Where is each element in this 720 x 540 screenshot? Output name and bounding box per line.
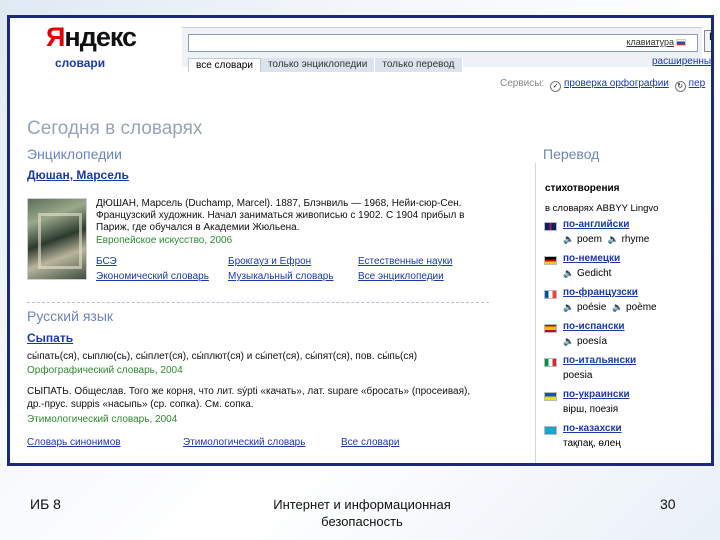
scope-all[interactable]: все словари xyxy=(188,58,261,72)
page-number: 30 xyxy=(660,496,676,512)
speaker-icon[interactable]: 🔈 xyxy=(608,234,619,244)
footer-topic-line1: Интернет и информационная xyxy=(273,497,451,512)
link-synonyms[interactable]: Словарь синонимов xyxy=(27,437,121,448)
link-all-dictionaries[interactable]: Все словари xyxy=(341,437,399,448)
keyboard-link[interactable]: клавиатура xyxy=(626,37,674,47)
de-flag-icon xyxy=(544,256,557,265)
logo-subtitle[interactable]: словари xyxy=(55,56,105,70)
logo-first-letter: Я xyxy=(46,22,65,52)
uk-flag-icon xyxy=(544,222,557,231)
etymology-line: СЫПАТЬ. Общеслав. Того же корня, что лит… xyxy=(27,386,471,397)
encyclopedia-line: ДЮШАН, Марсель (Duchamp, Marcel). 1887, … xyxy=(96,198,462,209)
lang-german: по-немецки 🔈 Gedicht xyxy=(544,253,709,285)
lang-name[interactable]: по-немецки xyxy=(563,253,620,264)
lang-translations: poesia xyxy=(563,370,593,381)
footer-topic: Интернет и информационная безопасность xyxy=(262,496,462,530)
translation-word: стихотворения xyxy=(545,183,620,194)
it-flag-icon xyxy=(544,358,557,367)
speaker-icon[interactable]: 🔈 xyxy=(612,302,623,312)
scope-translation[interactable]: только перевод xyxy=(375,58,463,72)
lang-italian: по-итальянски poesia xyxy=(544,355,709,387)
kz-flag-icon xyxy=(544,426,557,435)
spellcheck-icon: ✓ xyxy=(550,81,561,92)
search-bar: клавиатура все словари только энциклопед… xyxy=(182,27,702,72)
lang-translations: 🔈 poésie 🔈 poème xyxy=(563,302,657,313)
link-brockhaus[interactable]: Брокгауз и Ефрон xyxy=(228,256,311,267)
etymology-line: др.-прус. suppis «насыпь» (ср. сопка). С… xyxy=(27,399,254,410)
lang-name[interactable]: по-казахски xyxy=(563,423,622,434)
lang-name[interactable]: по-испански xyxy=(563,321,625,332)
lang-ukrainian: по-украински вірш, поезія xyxy=(544,389,709,421)
russian-entry-title[interactable]: Сыпать xyxy=(27,331,73,345)
russian-links: Словарь синонимов Этимологический словар… xyxy=(27,437,497,451)
lang-translations: тақпақ, өлең xyxy=(563,438,621,449)
translate-icon: ↻ xyxy=(674,81,686,92)
lang-name[interactable]: по-английски xyxy=(563,219,629,230)
lang-kazakh: по-казахски тақпақ, өлең xyxy=(544,423,709,455)
translation-source: в словарях ABBYY Lingvo xyxy=(545,203,659,214)
etymology-source: Этимологический словарь, 2004 xyxy=(27,414,178,425)
duchamp-thumbnail[interactable] xyxy=(27,198,87,280)
ru-flag-icon xyxy=(676,39,686,46)
find-button[interactable]: Н xyxy=(704,30,711,52)
link-music-dictionary[interactable]: Музыкальный словарь xyxy=(228,271,334,282)
speaker-icon[interactable]: 🔈 xyxy=(563,336,574,346)
advanced-search-link[interactable]: расширенный xyxy=(652,56,711,67)
word-forms: сы́пать(ся), сыплю(сь), сы́плет(ся), сы́… xyxy=(27,351,418,362)
encyclopedia-links-row1: БСЭ Брокгауз и Ефрон Естественные науки xyxy=(96,256,496,270)
lang-french: по-французски 🔈 poésie 🔈 poème xyxy=(544,287,709,319)
link-bse[interactable]: БСЭ xyxy=(96,256,117,267)
lang-translations: вірш, поезія xyxy=(563,404,619,415)
lang-english: по-английски 🔈 poem 🔈 rhyme xyxy=(544,219,709,251)
page-title: Сегодня в словарях xyxy=(27,118,203,139)
link-all-encyclopedias[interactable]: Все энциклопедии xyxy=(358,271,444,282)
lang-translations: 🔈 poesía xyxy=(563,336,608,347)
scope-encyclopedias[interactable]: только энциклопедии xyxy=(260,58,376,72)
yandex-logo[interactable]: Яндекс xyxy=(46,22,146,58)
services-bar: Сервисы: ✓ проверка орфографии ↻ пер xyxy=(500,78,705,92)
speaker-icon[interactable]: 🔈 xyxy=(563,268,574,278)
divider xyxy=(27,302,489,303)
link-economic-dictionary[interactable]: Экономический словарь xyxy=(96,271,209,282)
lang-translations: 🔈 Gedicht xyxy=(563,268,612,279)
search-scopes: все словари только энциклопедии только п… xyxy=(188,58,463,72)
lang-name[interactable]: по-украински xyxy=(563,389,630,400)
services-label: Сервисы: xyxy=(500,78,545,89)
lang-translations: 🔈 poem 🔈 rhyme xyxy=(563,234,650,245)
footer-topic-line2: безопасность xyxy=(321,514,403,529)
search-input[interactable] xyxy=(188,34,698,52)
logo-rest: ндекс xyxy=(64,22,137,52)
encyclopedia-line: Париж, где обучался в Академии Жюльена. xyxy=(96,222,300,233)
es-flag-icon xyxy=(544,324,557,333)
header: Яндекс словари клавиатура все словари то… xyxy=(10,18,711,80)
lang-name[interactable]: по-французски xyxy=(563,287,638,298)
services-more-link[interactable]: пер xyxy=(689,78,706,89)
orthographic-source: Орфографический словарь, 2004 xyxy=(27,365,183,376)
speaker-icon[interactable]: 🔈 xyxy=(563,234,574,244)
encyclopedia-links-row2: Экономический словарь Музыкальный словар… xyxy=(96,271,496,285)
section-translation[interactable]: Перевод xyxy=(543,146,599,162)
browser-screenshot: Яндекс словари клавиатура все словари то… xyxy=(7,15,714,466)
speaker-icon[interactable]: 🔈 xyxy=(563,302,574,312)
lang-name[interactable]: по-итальянски xyxy=(563,355,636,366)
link-natural-sciences[interactable]: Естественные науки xyxy=(358,256,452,267)
footer-course: ИБ 8 xyxy=(30,496,61,512)
section-encyclopedias[interactable]: Энциклопедии xyxy=(27,146,122,162)
spellcheck-link[interactable]: проверка орфографии xyxy=(564,78,669,89)
encyclopedia-entry-title[interactable]: Дюшан, Марсель xyxy=(27,168,129,182)
encyclopedia-source: Европейское искусство, 2006 xyxy=(96,235,233,246)
lang-spanish: по-испански 🔈 poesía xyxy=(544,321,709,353)
link-etymology[interactable]: Этимологический словарь xyxy=(183,437,305,448)
fr-flag-icon xyxy=(544,290,557,299)
column-divider xyxy=(535,163,536,463)
encyclopedia-line: Французский художник. Начал заниматься ж… xyxy=(96,210,465,221)
translation-panel: стихотворения в словарях ABBYY Lingvo по… xyxy=(538,171,711,463)
section-russian[interactable]: Русский язык xyxy=(27,308,113,324)
ua-flag-icon xyxy=(544,392,557,401)
